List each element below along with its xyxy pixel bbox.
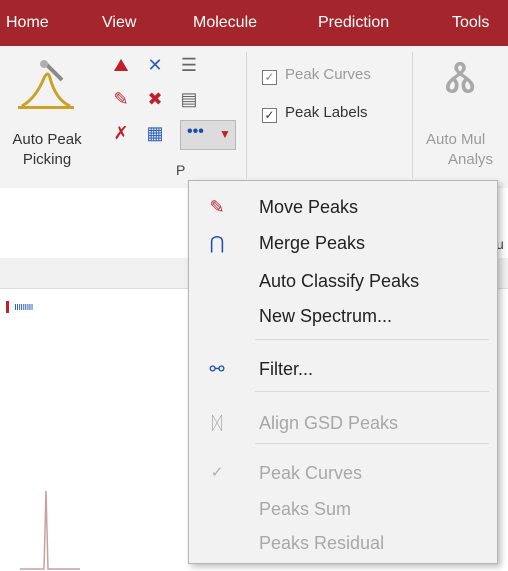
move-peaks-icon: ✎ <box>209 197 225 217</box>
more-options-button[interactable]: ••• ▼ <box>180 120 236 150</box>
menu-item-peaks-residual-label: Peaks Residual <box>259 533 385 553</box>
ribbon-separator <box>246 52 247 178</box>
auto-peak-label-line1: Auto Peak <box>12 131 82 148</box>
menu-item-move-peaks[interactable]: ✎ Move Peaks <box>189 191 497 221</box>
menu-item-align-gsd-label: Align GSD Peaks <box>259 413 399 433</box>
table-list-icon[interactable]: ▤ <box>178 88 200 110</box>
menu-item-peaks-sum-label: Peaks Sum <box>259 499 352 519</box>
merge-peaks-icon: ⋂ <box>209 233 225 253</box>
peak-curves-check-icon: ✓ <box>262 70 277 85</box>
menu-item-align-gsd-peaks[interactable]: ᛞ Align GSD Peaks <box>189 407 497 437</box>
filter-icon: ⚯ <box>209 359 225 379</box>
spectrum-baseline-mark <box>6 301 9 313</box>
dropdown-arrow-icon: ▼ <box>219 127 231 141</box>
delete-peaks-icon[interactable]: ✖ <box>144 88 166 110</box>
auto-multiplet-label-line1: Auto Mul <box>426 131 486 148</box>
menu-home[interactable]: Home <box>6 14 49 32</box>
align-peaks-icon: ᛞ <box>211 413 223 433</box>
menu-bar: Home View Molecule Prediction Tools <box>0 0 508 46</box>
menu-item-merge-peaks-label: Merge Peaks <box>259 233 366 253</box>
more-options-menu: ✎ Move Peaks ⋂ Merge Peaks Auto Classify… <box>188 180 498 564</box>
menu-item-peaks-residual[interactable]: Peaks Residual <box>189 527 497 557</box>
menu-separator <box>255 443 489 444</box>
menu-item-new-spectrum-label: New Spectrum... <box>259 306 393 326</box>
remove-peak-icon[interactable]: ✗ <box>110 122 132 144</box>
grid-table-icon[interactable]: ▦ <box>144 122 166 144</box>
ribbon: Auto Peak Picking ⛰ ✕ ☰ ✎ ✖ ▤ ✗ ▦ ••• ▼ … <box>0 46 508 189</box>
menu-item-peak-curves-label: Peak Curves <box>259 463 363 483</box>
peak-labels-check-icon: ✓ <box>262 108 277 123</box>
menu-item-peaks-sum[interactable]: Peaks Sum <box>189 493 497 523</box>
peak-edit-icon[interactable]: ⛰ <box>110 54 132 76</box>
menu-item-filter[interactable]: ⚯ Filter... <box>189 353 497 383</box>
peak-curves-checkbox[interactable]: ✓ Peak Curves <box>262 66 371 85</box>
peak-labels-checkbox[interactable]: ✓ Peak Labels <box>262 104 368 123</box>
more-dots-label: ••• <box>187 123 204 140</box>
menu-item-auto-classify-label: Auto Classify Peaks <box>259 271 420 291</box>
list-icon[interactable]: ☰ <box>178 54 200 76</box>
menu-molecule[interactable]: Molecule <box>193 14 257 32</box>
menu-item-auto-classify-peaks[interactable]: Auto Classify Peaks <box>189 265 497 295</box>
menu-item-peak-curves[interactable]: ✓ Peak Curves <box>189 457 497 487</box>
menu-separator <box>255 391 489 392</box>
auto-multiplet-label-line2: Analys <box>448 151 494 168</box>
menu-item-new-spectrum[interactable]: New Spectrum... <box>189 300 497 330</box>
menu-view[interactable]: View <box>102 14 136 32</box>
peak-labels-label: Peak Labels <box>285 104 368 121</box>
tools-icon[interactable]: ✕ <box>144 54 166 76</box>
multiplet-icon: Ꮬ <box>446 56 477 102</box>
menu-tools[interactable]: Tools <box>452 14 489 32</box>
auto-peak-picking-button[interactable]: Auto Peak Picking <box>8 52 82 172</box>
check-icon: ✓ <box>210 464 224 481</box>
move-peak-small-icon[interactable]: ✎ <box>110 88 132 110</box>
menu-separator <box>255 339 489 340</box>
auto-multiplet-analysis-button[interactable]: Ꮬ Auto Mul Analys <box>420 52 508 172</box>
menu-item-move-peaks-label: Move Peaks <box>259 197 359 217</box>
menu-item-filter-label: Filter... <box>259 359 314 379</box>
menu-prediction[interactable]: Prediction <box>318 14 389 32</box>
menu-item-merge-peaks[interactable]: ⋂ Merge Peaks <box>189 227 497 257</box>
auto-peak-picking-icon <box>18 60 74 109</box>
group-label-fragment: P <box>176 162 186 178</box>
auto-peak-label-line2: Picking <box>22 151 72 168</box>
ribbon-separator-2 <box>412 52 413 178</box>
spectrum-peak-line <box>20 490 80 570</box>
peak-curves-label: Peak Curves <box>285 66 371 83</box>
peak-label-text: ııııııııı <box>14 301 33 313</box>
